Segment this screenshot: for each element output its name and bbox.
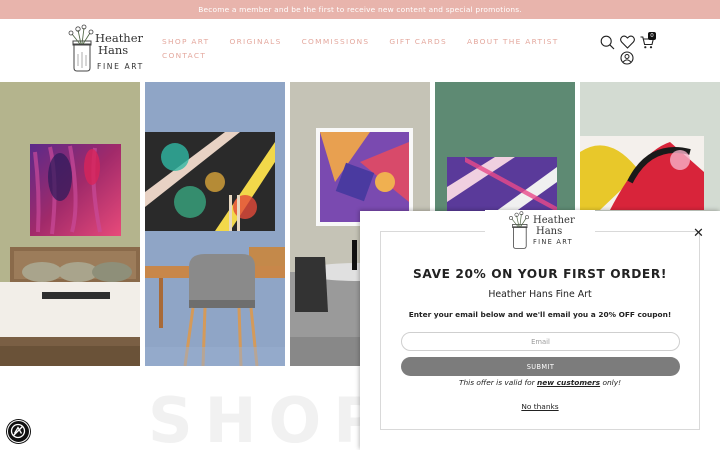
popup-brand: Heather Hans Fine Art [488, 289, 592, 300]
page: Become a member and be the first to rece… [0, 0, 720, 450]
nav-item-gift-cards[interactable]: GIFT CARDS [389, 37, 447, 46]
offer-note: This offer is valid for new customers on… [360, 378, 720, 387]
nav-item-contact[interactable]: CONTACT [162, 51, 206, 60]
new-customers-link[interactable]: new customers [537, 378, 600, 387]
logo-subtitle: FINE ART [97, 62, 144, 71]
nav-row: CONTACT [162, 51, 542, 60]
nav-item-commissions[interactable]: COMMISSIONS [302, 37, 370, 46]
header-icons: 0 [598, 32, 662, 65]
nav-item-originals[interactable]: ORIGINALS [229, 37, 281, 46]
announcement-text: Become a member and be the first to rece… [198, 5, 522, 14]
nav-row: SHOP ART ORIGINALS COMMISSIONS GIFT CARD… [162, 37, 557, 46]
main-nav: SHOP ART ORIGINALS COMMISSIONS GIFT CARD… [162, 37, 557, 60]
popup-logo-line2: Hans [536, 226, 563, 237]
heart-icon[interactable] [620, 35, 635, 49]
flower-jar-icon [68, 24, 94, 72]
logo-name: Heather Hans [95, 32, 155, 56]
popup-headline: SAVE 20% ON YOUR FIRST ORDER! [413, 267, 667, 281]
close-icon[interactable]: ✕ [693, 226, 704, 241]
popup-logo-name: Heather Hans [533, 215, 575, 237]
discount-popup: Heather Hans FINE ART ✕ SAVE 20% ON YOUR… [360, 210, 720, 450]
popup-frame [380, 231, 700, 430]
office-art-image [145, 82, 285, 366]
hero-panel-bedroom[interactable] [0, 82, 140, 366]
account-icon[interactable] [620, 51, 634, 65]
logo-line2: Hans [98, 43, 129, 57]
shop-watermark-heading: SHOP [148, 384, 391, 450]
accessibility-button[interactable] [7, 420, 30, 443]
site-logo[interactable]: Heather Hans FINE ART [66, 24, 146, 74]
popup-instructions: Enter your email below and we'll email y… [408, 310, 672, 319]
bedroom-art-image [0, 82, 140, 366]
flower-jar-icon [509, 211, 529, 249]
accessibility-icon [10, 423, 26, 439]
no-thanks-link[interactable]: No thanks [360, 402, 720, 411]
site-header: Heather Hans FINE ART SHOP ART ORIGINALS… [0, 19, 720, 82]
popup-logo: Heather Hans FINE ART [485, 210, 595, 252]
email-field[interactable] [401, 332, 680, 351]
popup-logo-line1: Heather [533, 215, 575, 226]
popup-logo-subtitle: FINE ART [533, 238, 573, 246]
nav-item-about-the-artist[interactable]: ABOUT THE ARTIST [467, 37, 559, 46]
cart-count-badge: 0 [648, 32, 656, 40]
announcement-bar[interactable]: Become a member and be the first to rece… [0, 0, 720, 19]
offer-note-pre: This offer is valid for [458, 378, 537, 387]
offer-note-post: only! [600, 378, 622, 387]
nav-item-shop-art[interactable]: SHOP ART [162, 37, 209, 46]
search-icon[interactable] [600, 35, 615, 50]
submit-button[interactable]: SUBMIT [401, 357, 680, 376]
hero-panel-office[interactable] [145, 82, 285, 366]
